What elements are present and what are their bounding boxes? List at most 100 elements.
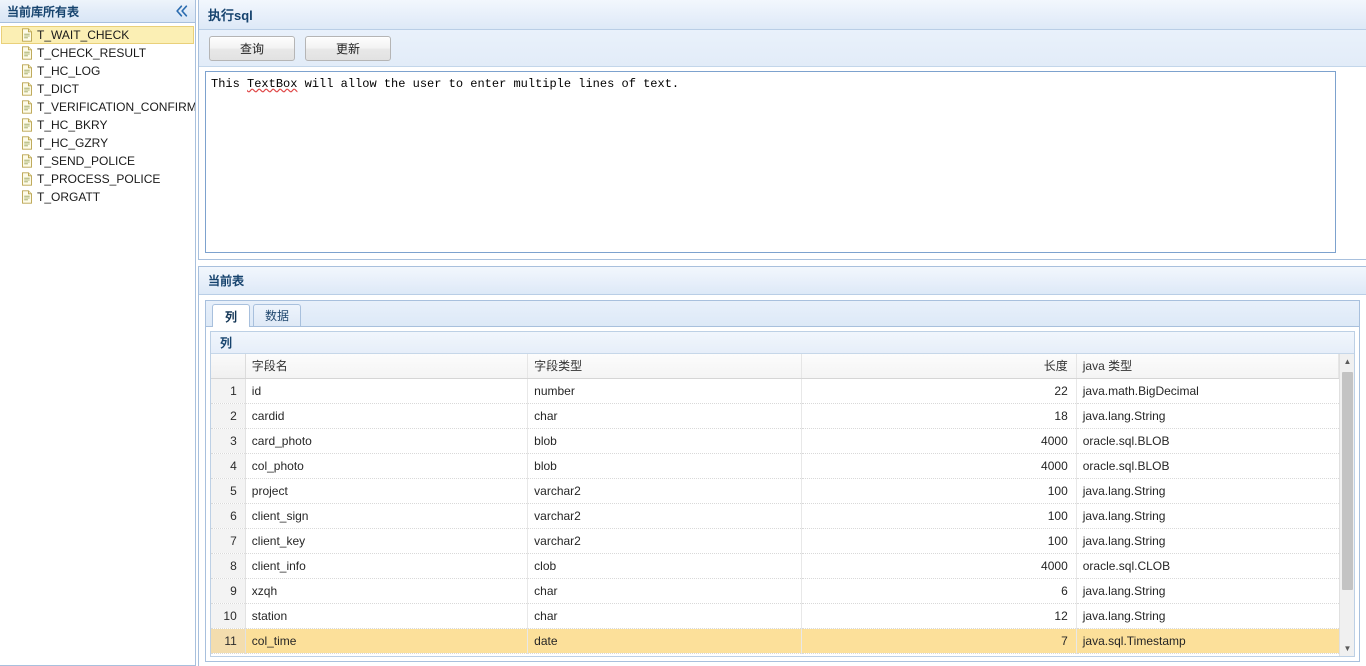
table-document-icon: [20, 46, 34, 60]
scrollbar-thumb[interactable]: [1342, 372, 1353, 590]
cell-field-name: client_info: [245, 553, 529, 579]
cell-field-name: cardid: [245, 403, 529, 429]
table-document-icon: [20, 118, 34, 132]
cell-java-type: java.lang.String: [1076, 403, 1339, 429]
cell-java-type: java.lang.String: [1076, 578, 1339, 604]
sql-textarea-content: This TextBox will allow the user to ente…: [211, 77, 679, 91]
grid-body: 字段名 字段类型 长度 java 类型 1 id number 22 java.…: [211, 354, 1354, 656]
row-number: 8: [211, 553, 246, 579]
cell-java-type: java.lang.String: [1076, 503, 1339, 529]
table-document-icon: [20, 136, 34, 150]
table-document-icon: [20, 100, 34, 114]
table-header: 字段名 字段类型 长度 java 类型: [211, 354, 1339, 379]
tab-data[interactable]: 数据: [253, 304, 302, 326]
col-header-length[interactable]: 长度: [801, 354, 1077, 379]
execute-sql-header: 执行sql: [199, 0, 1366, 30]
sidebar-item-label: T_CHECK_RESULT: [37, 46, 147, 60]
sidebar-item-t-verification-confirm[interactable]: T_VERIFICATION_CONFIRM: [1, 98, 195, 116]
table-header-row: 字段名 字段类型 长度 java 类型: [211, 354, 1339, 379]
cell-field-type: varchar2: [527, 503, 803, 529]
chevron-double-left-icon[interactable]: [173, 2, 191, 20]
tables-sidebar: 当前库所有表 T_WAIT_CHECK T_CHECK_RESULT T_HC_…: [0, 0, 196, 666]
current-table-header: 当前表: [199, 267, 1366, 295]
sidebar-item-label: T_PROCESS_POLICE: [37, 172, 161, 186]
cell-field-type: date: [527, 628, 803, 654]
table-row[interactable]: 10 station char 12 java.lang.String: [211, 603, 1339, 629]
sidebar-item-label: T_VERIFICATION_CONFIRM: [37, 100, 195, 114]
cell-java-type: java.lang.String: [1076, 603, 1339, 629]
cell-java-type: java.sql.Timestamp: [1076, 628, 1339, 654]
sidebar-item-t-process-police[interactable]: T_PROCESS_POLICE: [1, 170, 194, 188]
table-document-icon: [20, 64, 34, 78]
table-document-icon: [20, 172, 34, 186]
sidebar-item-t-dict[interactable]: T_DICT: [1, 80, 194, 98]
row-number: 10: [211, 603, 246, 629]
table-row[interactable]: 11 col_time date 7 java.sql.Timestamp: [211, 628, 1339, 654]
table-row[interactable]: 9 xzqh char 6 java.lang.String: [211, 578, 1339, 604]
tables-tree: T_WAIT_CHECK T_CHECK_RESULT T_HC_LOG T_D…: [0, 23, 195, 665]
cell-field-name: project: [245, 478, 529, 504]
row-number: 2: [211, 403, 246, 429]
row-number: 11: [211, 628, 246, 654]
grid-caption: 列: [211, 332, 1354, 354]
query-button[interactable]: 查询: [209, 35, 295, 61]
grid-scroll-area: 字段名 字段类型 长度 java 类型 1 id number 22 java.…: [211, 354, 1339, 656]
sidebar-item-t-hc-gzry[interactable]: T_HC_GZRY: [1, 134, 194, 152]
cell-length: 4000: [801, 553, 1077, 579]
sidebar-item-label: T_ORGATT: [37, 190, 101, 204]
sidebar-item-label: T_DICT: [37, 82, 79, 96]
table-row[interactable]: 7 client_key varchar2 100 java.lang.Stri…: [211, 528, 1339, 554]
cell-field-type: blob: [527, 453, 803, 479]
table-document-icon: [20, 82, 34, 96]
cell-field-name: col_time: [245, 628, 529, 654]
tab-columns-label: 列: [224, 309, 237, 324]
query-button-label: 查询: [239, 41, 264, 56]
sidebar-item-label: T_HC_BKRY: [37, 118, 108, 132]
update-button[interactable]: 更新: [305, 35, 391, 61]
sidebar-item-t-wait-check[interactable]: T_WAIT_CHECK: [1, 26, 194, 44]
sql-text-part-2: will allow the user to enter multiple li…: [297, 77, 680, 91]
table-row[interactable]: 4 col_photo blob 4000 oracle.sql.BLOB: [211, 453, 1339, 479]
table-row[interactable]: 6 client_sign varchar2 100 java.lang.Str…: [211, 503, 1339, 529]
table-row[interactable]: 5 project varchar2 100 java.lang.String: [211, 478, 1339, 504]
col-header-java-type[interactable]: java 类型: [1076, 354, 1339, 379]
application-window: 当前库所有表 T_WAIT_CHECK T_CHECK_RESULT T_HC_…: [0, 0, 1366, 666]
scroll-up-glyph: ▲: [1343, 356, 1352, 366]
sidebar-item-t-check-result[interactable]: T_CHECK_RESULT: [1, 44, 194, 62]
cell-java-type: java.lang.String: [1076, 528, 1339, 554]
grid-vertical-scrollbar[interactable]: ▲ ▼: [1339, 354, 1354, 656]
cell-field-type: clob: [527, 553, 803, 579]
sidebar-item-t-hc-log[interactable]: T_HC_LOG: [1, 62, 194, 80]
sql-textarea[interactable]: This TextBox will allow the user to ente…: [205, 71, 1336, 253]
scroll-down-arrow-icon[interactable]: ▼: [1340, 641, 1354, 656]
table-row[interactable]: 2 cardid char 18 java.lang.String: [211, 403, 1339, 429]
update-button-label: 更新: [335, 41, 360, 56]
cell-length: 22: [801, 378, 1077, 404]
cell-field-type: char: [527, 578, 803, 604]
cell-length: 4000: [801, 428, 1077, 454]
sql-toolbar: 查询 更新: [199, 30, 1366, 67]
sidebar-title: 当前库所有表: [7, 4, 80, 19]
tab-columns[interactable]: 列: [212, 304, 250, 327]
table-row[interactable]: 1 id number 22 java.math.BigDecimal: [211, 378, 1339, 404]
sidebar-item-t-send-police[interactable]: T_SEND_POLICE: [1, 152, 194, 170]
table-row[interactable]: 3 card_photo blob 4000 oracle.sql.BLOB: [211, 428, 1339, 454]
table-row[interactable]: 8 client_info clob 4000 oracle.sql.CLOB: [211, 553, 1339, 579]
cell-length: 4000: [801, 453, 1077, 479]
cell-length: 100: [801, 478, 1077, 504]
sidebar-item-t-orgatt[interactable]: T_ORGATT: [1, 188, 194, 206]
col-header-rownum[interactable]: [211, 354, 246, 379]
col-header-field-name[interactable]: 字段名: [245, 354, 529, 379]
sql-text-part-1: This: [211, 77, 248, 91]
cell-field-name: station: [245, 603, 529, 629]
col-header-field-type[interactable]: 字段类型: [527, 354, 803, 379]
cell-length: 6: [801, 578, 1077, 604]
scroll-down-glyph: ▼: [1343, 643, 1352, 653]
row-number: 6: [211, 503, 246, 529]
columns-grid-container: 列 字段名 字段类型 长度 java 类型 1 id number 22 jav…: [210, 331, 1355, 657]
scroll-up-arrow-icon[interactable]: ▲: [1340, 354, 1354, 369]
main-area: 执行sql 查询 更新 This TextBox will allow the …: [198, 0, 1366, 666]
table-document-icon: [20, 154, 34, 168]
grid-caption-label: 列: [220, 336, 233, 350]
sidebar-item-t-hc-bkry[interactable]: T_HC_BKRY: [1, 116, 194, 134]
